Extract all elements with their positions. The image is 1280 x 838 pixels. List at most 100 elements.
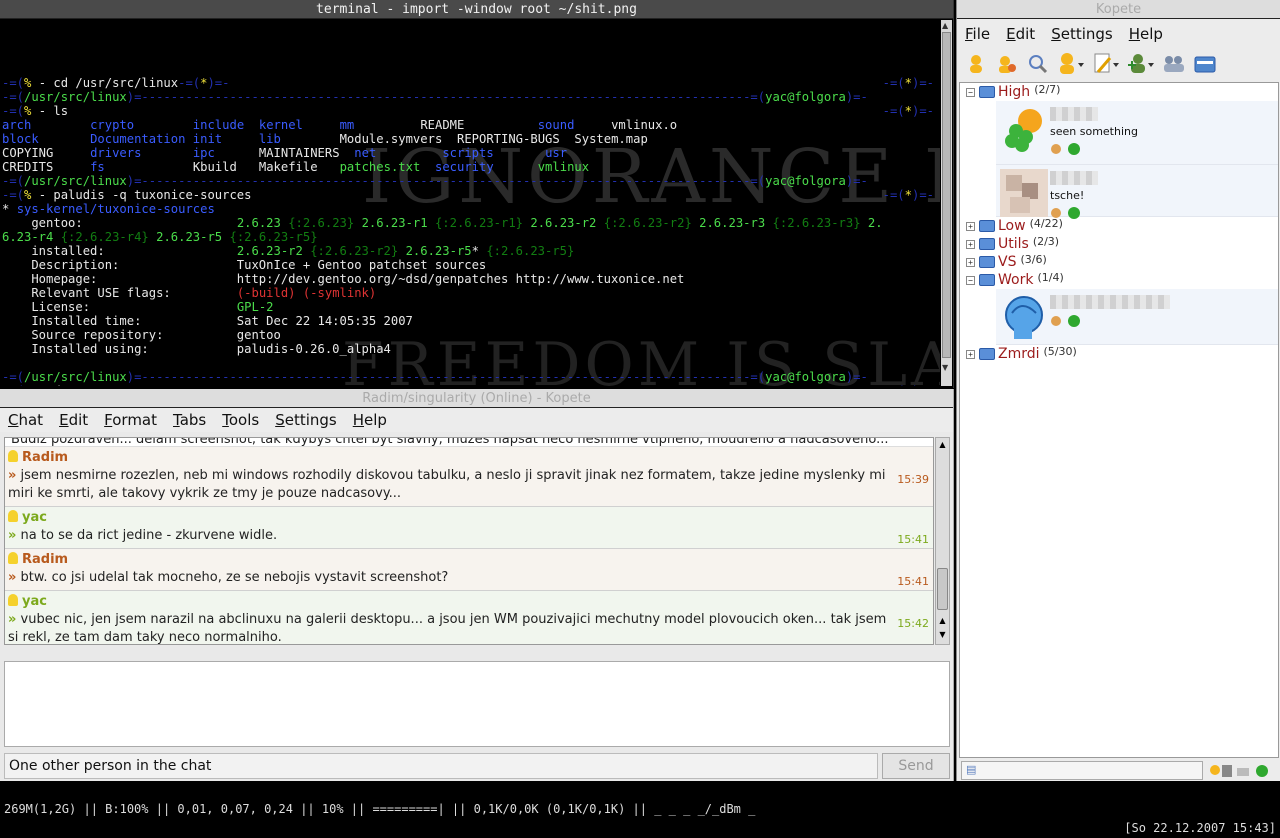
send-button[interactable]: Send <box>882 753 950 779</box>
terminal-line: arch crypto include kernel mm README sou… <box>2 118 678 132</box>
chat-menu-chat[interactable]: Chat <box>0 411 51 429</box>
contact-list[interactable]: − High (2/7) seen something tsche! + Low (4/22)… <box>959 82 1279 758</box>
chat-menu-settings[interactable]: Settings <box>267 411 345 429</box>
contact-name-blurred <box>1050 107 1098 121</box>
terminal-window[interactable]: terminal - import -window root ~/shit.pn… <box>0 0 954 388</box>
configure-accounts-icon[interactable] <box>1161 51 1187 77</box>
contact-group-utils[interactable]: + Utils (2/3) <box>960 235 1278 253</box>
scroll-down-icon[interactable]: ▼ <box>937 630 948 642</box>
truncated-message: Budiz pozdraven... delam screenshot, tak… <box>5 438 933 447</box>
message-time: 15:42 <box>897 617 929 630</box>
kopete-menu-settings[interactable]: Settings <box>1043 25 1121 43</box>
folder-icon <box>979 86 995 98</box>
set-status-icon[interactable] <box>1056 51 1086 77</box>
message-text: » btw. co jsi udelal tak mocneho, ze se … <box>8 570 449 585</box>
terminal-line: -=(% - ls -=(*)=- <box>2 104 934 118</box>
chat-status-text: One other person in the chat <box>4 753 878 779</box>
terminal-line: Relevant USE flags: (-build) (-symlink) <box>2 286 377 300</box>
contact-group-low[interactable]: + Low (4/22) <box>960 217 1278 235</box>
chat-message: yac» na to se da rict jedine - zkurvene … <box>5 507 933 549</box>
collapse-icon[interactable]: − <box>966 275 975 285</box>
terminal-scrollbar[interactable]: ▲ ▼ <box>941 20 952 386</box>
expand-icon[interactable]: + <box>966 239 975 249</box>
terminal-line: Homepage: http://dev.gentoo.org/~dsd/gen… <box>2 272 685 286</box>
contact-avatar <box>1000 169 1048 221</box>
group-name: High <box>998 84 1031 100</box>
chat-scroll-thumb[interactable] <box>937 568 948 610</box>
tray-icons <box>1207 762 1277 780</box>
kopete-menu-help[interactable]: Help <box>1121 25 1171 43</box>
message-time: 15:41 <box>897 533 929 546</box>
contact-name-blurred <box>1050 295 1170 309</box>
kopete-toolbar <box>957 46 1280 82</box>
group-name: VS <box>998 254 1017 270</box>
terminal-line: -=(% - cd /usr/src/linux-=(*)=- -=(*)=- <box>2 76 934 90</box>
terminal-title: terminal - import -window root ~/shit.pn… <box>0 0 953 19</box>
terminal-line: -=(/usr/src/linux)=---------------------… <box>2 370 868 384</box>
protocol-status-icon <box>1050 141 1086 160</box>
group-count: (3/6) <box>1020 253 1047 266</box>
group-count: (1/4) <box>1037 271 1064 284</box>
group-count: (4/22) <box>1029 217 1063 230</box>
terminal-line: Installed using: paludis-0.26.0_alpha4 <box>2 342 391 356</box>
status-online-icon[interactable] <box>963 51 989 77</box>
message-sender: Radim <box>8 449 929 467</box>
kopete-menubar: File Edit Settings Help <box>957 22 1280 46</box>
message-sender: yac <box>8 593 929 611</box>
chat-scrollbar[interactable]: ▲ ▲ ▼ <box>935 437 950 645</box>
chat-menu-tools[interactable]: Tools <box>214 411 267 429</box>
kopete-menu-file[interactable]: File <box>957 25 998 43</box>
contact-name-blurred <box>1050 171 1098 185</box>
terminal-line: -=(% - paludis -q tuxonice-sources -=(*)=… <box>2 188 934 202</box>
chat-message: Radim» btw. co jsi udelal tak mocneho, z… <box>5 549 933 591</box>
group-name: Work <box>998 272 1034 288</box>
expand-icon[interactable]: + <box>966 221 975 231</box>
collapse-icon[interactable]: − <box>966 87 975 97</box>
terminal-line: -=(/usr/src/linux)=---------------------… <box>2 90 868 104</box>
kopete-window[interactable]: Kopete File Edit Settings Help − High (2/7) se… <box>956 0 1280 781</box>
scroll-up-icon-2[interactable]: ▲ <box>937 616 948 628</box>
status-message-icon[interactable]: ▤ <box>966 763 976 776</box>
folder-icon <box>979 220 995 232</box>
chat-message: Radim» jsem nesmirne rozezlen, neb mi wi… <box>5 447 933 507</box>
terminal-output[interactable]: IGNORANCE IS STRENGTH WAR IS PEACE FREED… <box>2 20 940 386</box>
chat-log[interactable]: Budiz pozdraven... delam screenshot, tak… <box>4 437 934 645</box>
group-count: (5/30) <box>1043 345 1077 358</box>
kopete-status-field[interactable]: ▤ <box>961 761 1203 780</box>
terminal-line: License: GPL-2 <box>2 300 274 314</box>
contact-group-vs[interactable]: + VS (3/6) <box>960 253 1278 271</box>
chat-window-title: Radim/singularity (Online) - Kopete <box>0 389 953 408</box>
contact-group-work[interactable]: − Work (1/4) <box>960 271 1278 289</box>
bulb-icon <box>8 510 18 522</box>
terminal-line: gentoo: 2.6.23 {:2.6.23} 2.6.23-r1 {:2.6… <box>2 216 883 230</box>
message-input[interactable] <box>4 661 950 747</box>
add-contact-icon[interactable] <box>1126 51 1156 77</box>
chat-menu-help[interactable]: Help <box>345 411 395 429</box>
contact-item[interactable] <box>996 289 1278 345</box>
scroll-down-icon[interactable]: ▼ <box>942 364 951 372</box>
chat-window[interactable]: Radim/singularity (Online) - Kopete Chat… <box>0 389 954 781</box>
show-offline-icon[interactable] <box>1192 51 1218 77</box>
terminal-line: installed: 2.6.23-r2 {:2.6.23-r2} 2.6.23… <box>2 244 575 258</box>
edit-icon[interactable] <box>1091 51 1121 77</box>
contact-item[interactable]: seen something <box>996 101 1278 165</box>
chat-message: yac» vubec nic, jen jsem narazil na abcl… <box>5 591 933 644</box>
scroll-up-icon[interactable]: ▲ <box>942 22 951 30</box>
contact-group-high[interactable]: − High (2/7) <box>960 83 1278 101</box>
chat-menu-format[interactable]: Format <box>96 411 165 429</box>
expand-icon[interactable]: + <box>966 349 975 359</box>
expand-icon[interactable]: + <box>966 257 975 267</box>
terminal-scroll-thumb[interactable] <box>942 32 951 358</box>
chat-menu-tabs[interactable]: Tabs <box>165 411 214 429</box>
bulb-icon <box>8 552 18 564</box>
chat-menu-edit[interactable]: Edit <box>51 411 96 429</box>
scroll-up-icon[interactable]: ▲ <box>937 440 948 452</box>
status-away-icon[interactable] <box>994 51 1020 77</box>
contact-item[interactable]: tsche! <box>996 165 1278 219</box>
folder-icon <box>979 256 995 268</box>
terminal-line: COPYING drivers ipc MAINTAINERS net scri… <box>2 146 568 160</box>
search-contacts-icon[interactable] <box>1025 51 1051 77</box>
kopete-menu-edit[interactable]: Edit <box>998 25 1043 43</box>
terminal-line: Description: TuxOnIce + Gentoo patchset … <box>2 258 487 272</box>
contact-group-zmrdi[interactable]: + Zmrdi (5/30) <box>960 345 1278 363</box>
